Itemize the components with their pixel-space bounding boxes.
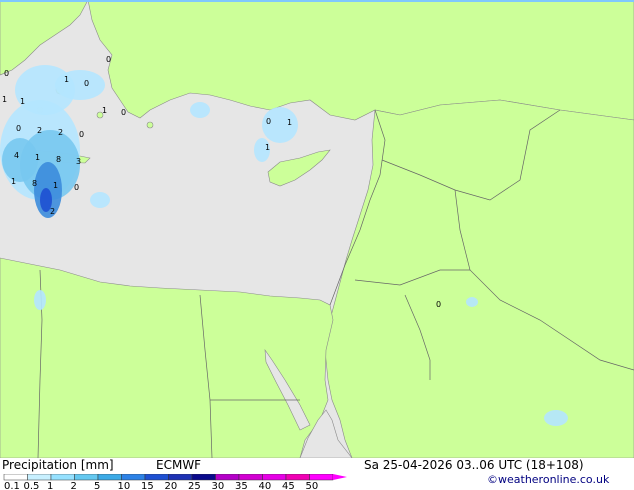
precipitation-map: 0 1 0 0 1 1 0 1 0 2 2 0 4 1 8 3 1 8 1 0 …: [0, 0, 634, 458]
legend-arrow: [333, 474, 347, 480]
legend-swatch: [74, 474, 99, 481]
legend-tick-label: 15: [141, 481, 154, 490]
legend-swatch: [144, 474, 169, 481]
map-label: 0: [79, 130, 84, 139]
map-label: 1: [265, 143, 270, 152]
map-label: 2: [58, 128, 63, 137]
map-label: 1: [64, 75, 69, 84]
map-label: 0: [121, 108, 126, 117]
legend-swatch: [309, 474, 334, 481]
map-label: 1: [287, 118, 292, 127]
model-name: ECMWF: [156, 458, 202, 472]
legend-tick-label: 50: [306, 481, 319, 490]
map-label: 1: [35, 153, 40, 162]
map-label: 1: [20, 97, 25, 106]
legend-swatch: [191, 474, 216, 481]
map-label: 0: [16, 124, 21, 133]
map-label: 0: [74, 183, 79, 192]
island: [146, 121, 154, 129]
map-label: 2: [37, 126, 42, 135]
legend-tick-label: 20: [165, 481, 178, 490]
legend-tick-label: 5: [94, 481, 100, 490]
map-label: 1: [11, 177, 16, 186]
legend-tick-label: 10: [118, 481, 131, 490]
map-label: 0: [436, 300, 441, 309]
legend-tick-label: 0.1: [4, 481, 20, 490]
forecast-datetime: Sa 25-04-2026 03..06 UTC (18+108): [364, 458, 584, 472]
map-label: 4: [14, 151, 19, 160]
map-label: 1: [53, 181, 58, 190]
legend-tick-label: 35: [235, 481, 248, 490]
map-label: 0: [266, 117, 271, 126]
top-edge: [0, 0, 634, 2]
legend-tick-label: 0.5: [24, 481, 40, 490]
map-label: 1: [2, 95, 7, 104]
map-title: Precipitation [mm]: [2, 458, 114, 472]
map-label: 8: [56, 155, 61, 164]
legend-swatch: [97, 474, 122, 481]
legend-swatch: [27, 474, 52, 481]
legend-swatch: [168, 474, 193, 481]
legend-swatch: [262, 474, 287, 481]
legend-swatch: [3, 474, 28, 481]
map-label: 1: [102, 106, 107, 115]
map-label: 3: [76, 157, 81, 166]
legend-tick-label: 45: [282, 481, 295, 490]
legend-swatch: [215, 474, 240, 481]
legend-tick-label: 1: [47, 481, 53, 490]
map-label: 8: [32, 179, 37, 188]
map-label: 0: [84, 79, 89, 88]
legend-tick-label: 25: [188, 481, 201, 490]
legend-tick-label: 30: [212, 481, 225, 490]
legend-swatch: [238, 474, 263, 481]
legend-swatch: [121, 474, 146, 481]
map-label: 0: [4, 69, 9, 78]
color-legend: 0.1 0.5 1 2 5 10 15 20 25 30 35 40 45 50: [3, 474, 347, 490]
legend-swatch: [285, 474, 310, 481]
legend-tick-label: 40: [259, 481, 272, 490]
map-label: 2: [50, 207, 55, 216]
legend-swatch: [50, 474, 75, 481]
legend-tick-label: 2: [71, 481, 77, 490]
map-label: 0: [106, 55, 111, 64]
